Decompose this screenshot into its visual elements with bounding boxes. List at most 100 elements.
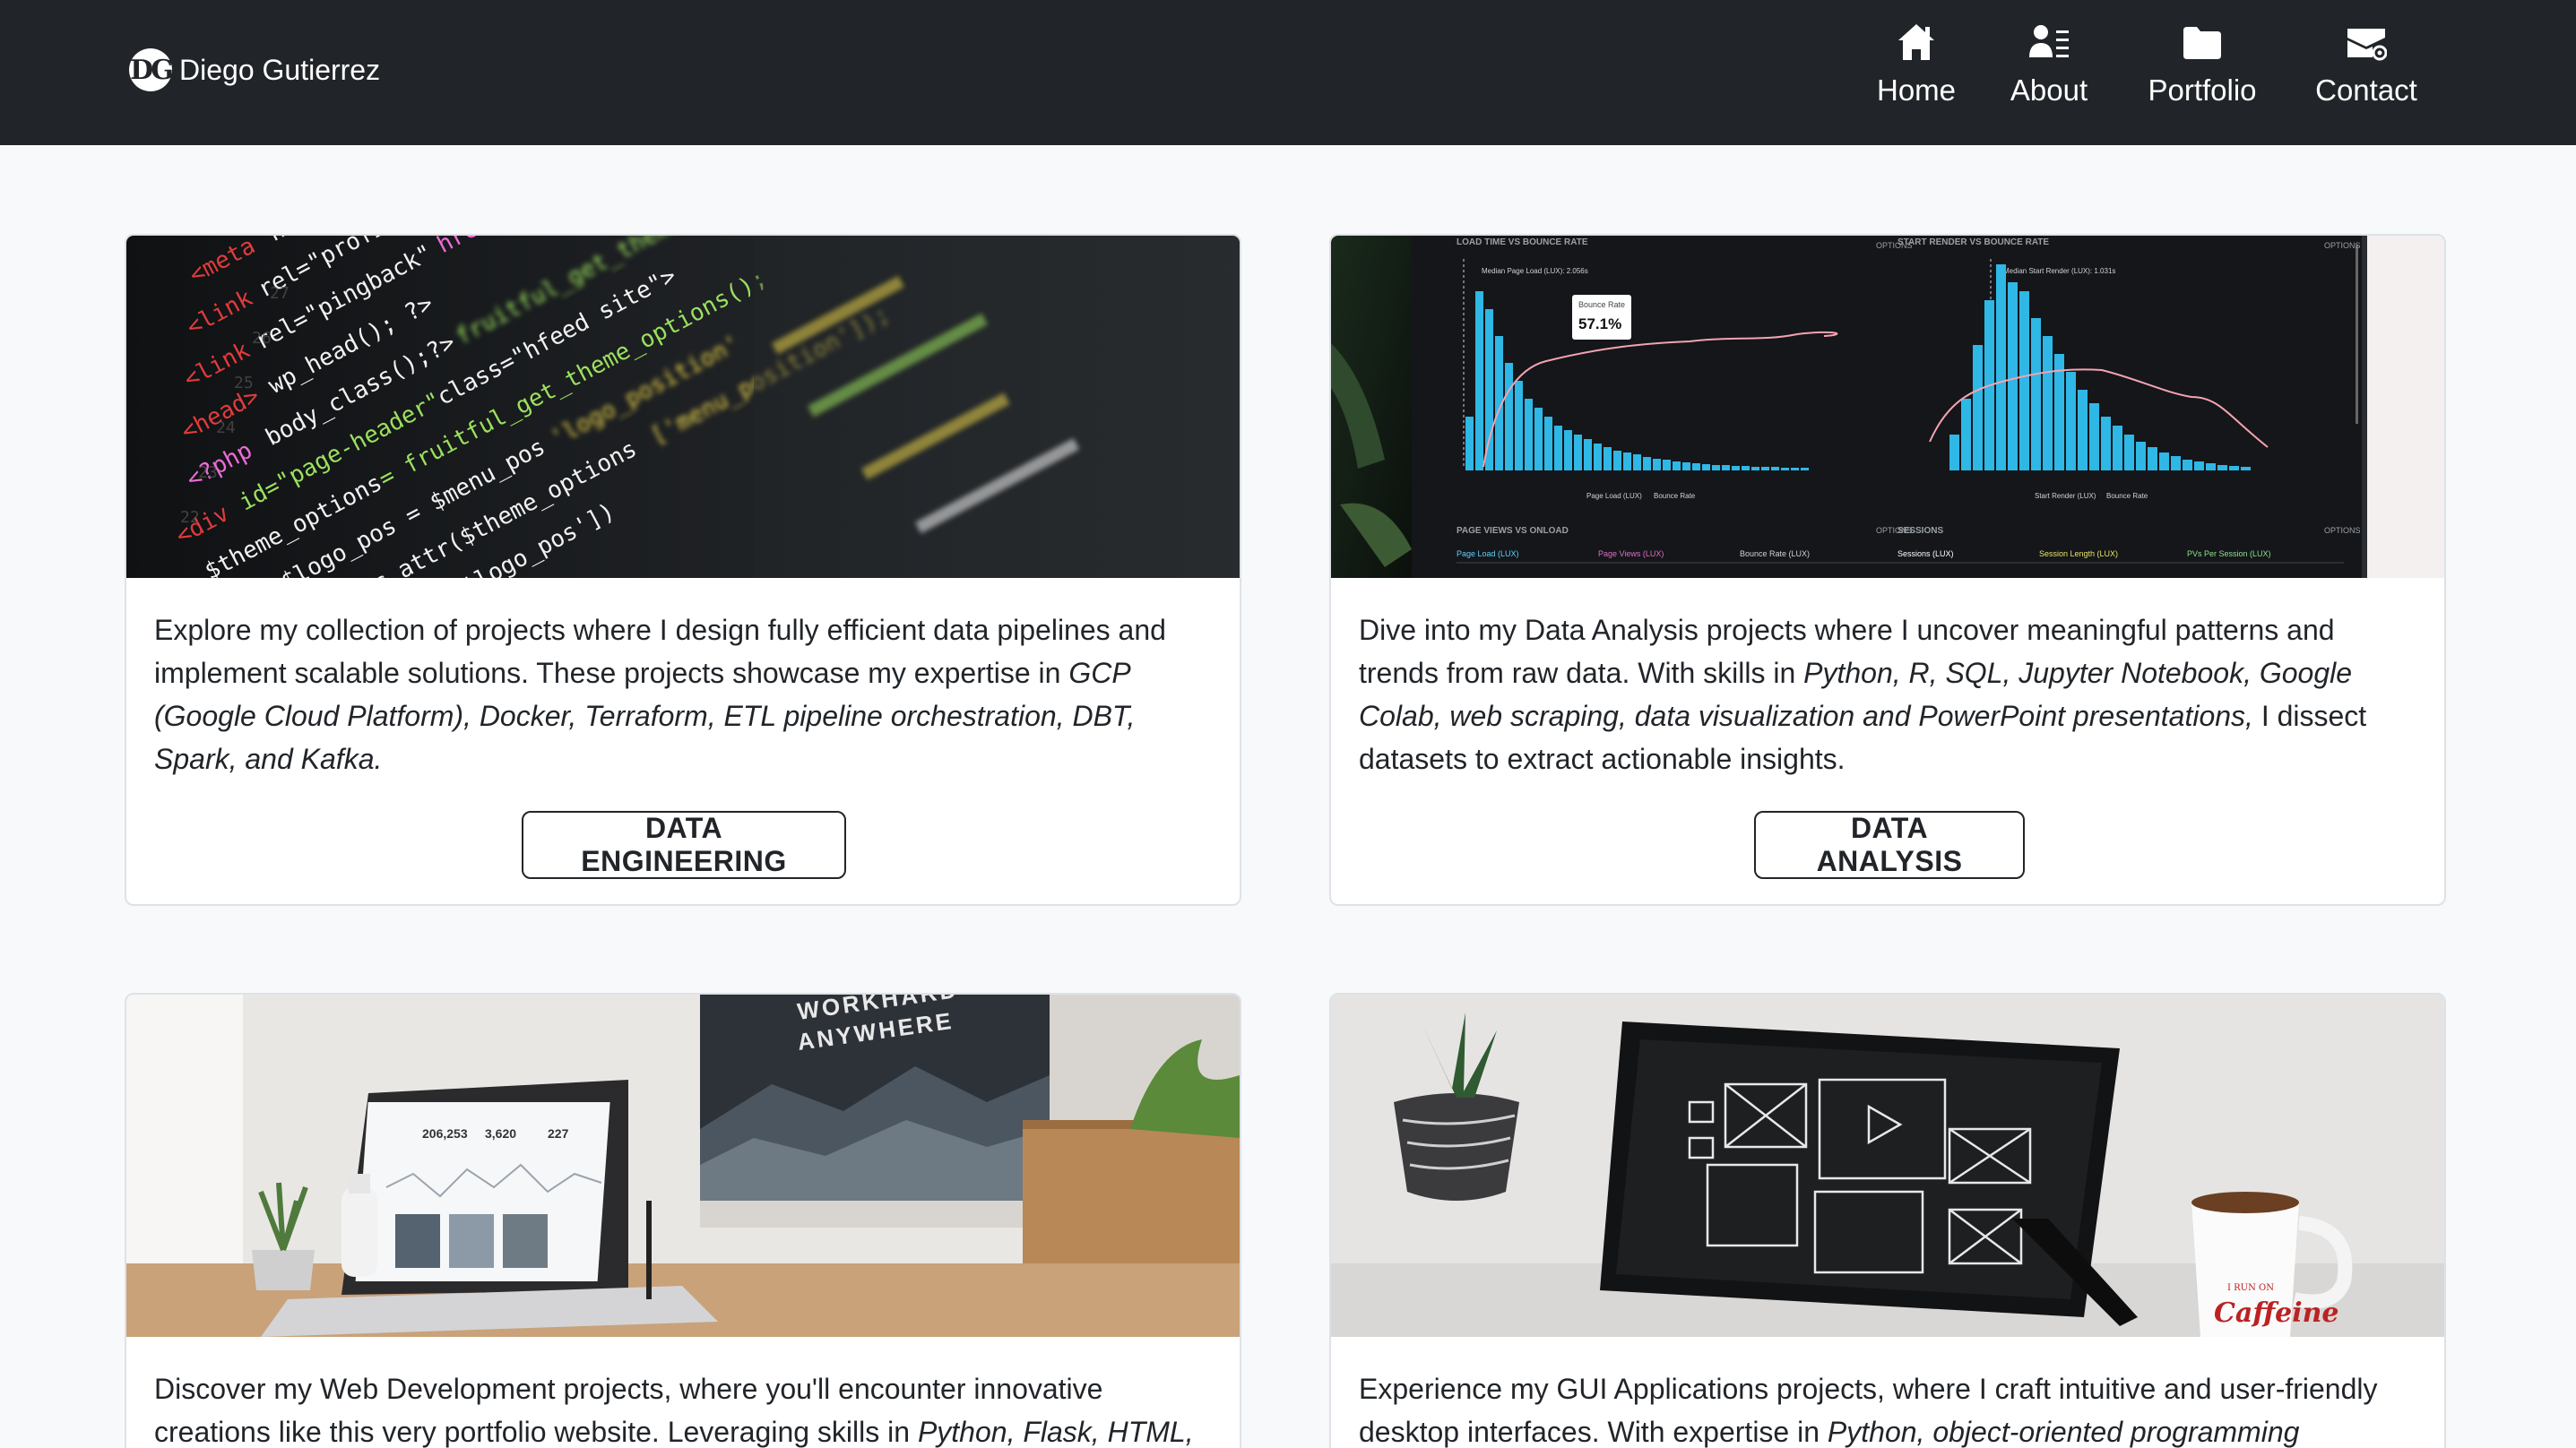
- histogram-bar: [1771, 467, 1779, 470]
- svg-text:22: 22: [180, 508, 200, 527]
- histogram-bar: [1554, 426, 1562, 470]
- histogram-bar: [1751, 467, 1759, 470]
- data-analysis-button[interactable]: DATA ANALYSIS: [1754, 811, 2025, 879]
- histogram-bar: [1643, 457, 1651, 470]
- histogram-bar: [1515, 381, 1523, 470]
- histogram-bar: [2019, 291, 2029, 470]
- svg-text:Caffeine: Caffeine: [2214, 1297, 2339, 1329]
- nav-about[interactable]: About: [2008, 22, 2090, 122]
- svg-text:27: 27: [270, 284, 290, 303]
- svg-text:I RUN ON: I RUN ON: [2227, 1283, 2274, 1293]
- svg-text:LOAD TIME VS BOUNCE RATE: LOAD TIME VS BOUNCE RATE: [1457, 237, 1588, 247]
- code-editor-photo: <divid="page-header" class="hfeed site">…: [126, 236, 1240, 578]
- svg-text:Sessions (LUX): Sessions (LUX): [1897, 549, 1954, 558]
- svg-text:Start Render (LUX): Start Render (LUX): [2035, 492, 2096, 500]
- envelope-at-icon: [2347, 29, 2387, 61]
- card-description: Experience my GUI Applications projects,…: [1359, 1373, 2378, 1448]
- histogram-bar: [1949, 435, 1959, 470]
- histogram-bar: [2113, 426, 2122, 470]
- histogram-bar: [2206, 463, 2216, 470]
- histogram-bar: [1732, 466, 1740, 470]
- histogram-bar: [2229, 466, 2239, 470]
- svg-text:Bounce Rate: Bounce Rate: [1654, 492, 1696, 500]
- histogram-bar: [2136, 442, 2146, 470]
- svg-text:Bounce Rate: Bounce Rate: [1578, 300, 1625, 309]
- histogram-bar: [2101, 417, 2111, 470]
- svg-text:START RENDER VS BOUNCE RATE: START RENDER VS BOUNCE RATE: [1897, 237, 2049, 247]
- nav-label: Home: [1876, 73, 1957, 107]
- card-description: Discover my Web Development projects, wh…: [154, 1373, 1194, 1448]
- histogram-bar: [1781, 468, 1789, 470]
- nav-portfolio[interactable]: Portfolio: [2142, 22, 2262, 122]
- svg-text:OPTIONS: OPTIONS: [2324, 526, 2361, 535]
- histogram-bar: [1544, 417, 1552, 470]
- histogram-bar: [2031, 318, 2041, 470]
- histogram-bar: [2183, 460, 2192, 470]
- svg-text:3,620: 3,620: [485, 1126, 516, 1141]
- project-card-data-engineering: <div id="page-header" class="hfeed site">…: [125, 234, 1241, 906]
- histogram-bar: [1604, 447, 1612, 470]
- card-description: Explore my collection of projects where …: [154, 614, 1166, 775]
- histogram-bar: [1996, 264, 2006, 470]
- histogram-bar: [1712, 465, 1720, 470]
- card-image: LOAD TIME VS BOUNCE RATE OPTIONS START R…: [1331, 236, 2444, 578]
- histogram-bar: [1653, 459, 1661, 470]
- histogram-bar: [1801, 468, 1809, 470]
- navbar: DG Diego Gutierrez Home About Portfolio: [0, 0, 2576, 145]
- project-card-web-development: WORKHARD ANYWHERE 206,253 3,620 227 Disc…: [125, 993, 1241, 1448]
- histogram-bar: [1761, 467, 1769, 470]
- histogram-bar: [1525, 399, 1533, 470]
- histogram-bar: [1594, 444, 1602, 470]
- histogram-bar: [2148, 447, 2157, 470]
- histogram-bar: [1485, 309, 1493, 470]
- nav-label: Portfolio: [2148, 73, 2257, 107]
- svg-text:206,253: 206,253: [422, 1126, 468, 1141]
- card-image: <div id="page-header" class="hfeed site">…: [126, 236, 1240, 578]
- svg-text:Median Start Render (LUX): 1.0: Median Start Render (LUX): 1.031s: [2003, 267, 2115, 275]
- histogram-bar: [1663, 460, 1671, 470]
- nav-label: About: [2010, 73, 2088, 107]
- svg-text:23: 23: [198, 463, 218, 482]
- nav-contact[interactable]: Contact: [2312, 22, 2420, 122]
- brand-logo: DG: [129, 48, 174, 91]
- histogram-bar: [2089, 403, 2099, 470]
- histogram-bar: [2194, 461, 2204, 470]
- histogram-bar: [1722, 465, 1730, 470]
- project-card-gui-applications: I RUN ON Caffeine Experience my GUI Appl…: [1329, 993, 2446, 1448]
- histogram-bar: [1475, 291, 1483, 470]
- histogram-bar: [1742, 466, 1750, 470]
- histogram-bar: [2008, 282, 2018, 470]
- histogram-bar: [1584, 439, 1592, 470]
- histogram-bar: [2171, 456, 2181, 470]
- histogram-bar: [2043, 336, 2053, 470]
- svg-text:Page Load (LUX): Page Load (LUX): [1457, 549, 1519, 558]
- svg-text:Session Length (LUX): Session Length (LUX): [2039, 549, 2118, 558]
- histogram-bar: [2066, 372, 2076, 470]
- histogram-bar: [1623, 452, 1631, 470]
- histogram-bar: [1702, 464, 1710, 470]
- svg-text:227: 227: [548, 1126, 569, 1141]
- svg-text:Median Page Load (LUX): 2.056s: Median Page Load (LUX): 2.056s: [1482, 267, 1588, 275]
- data-engineering-button[interactable]: DATA ENGINEERING: [522, 811, 846, 879]
- svg-text:24: 24: [216, 418, 236, 437]
- histogram-bar: [2217, 465, 2227, 470]
- tablet-wireframe-photo: I RUN ON Caffeine: [1331, 995, 2444, 1337]
- card-image: I RUN ON Caffeine: [1331, 995, 2444, 1337]
- nav-home[interactable]: Home: [1875, 22, 1958, 122]
- analytics-dashboard-photo: LOAD TIME VS BOUNCE RATE OPTIONS START R…: [1331, 236, 2444, 578]
- svg-text:Bounce Rate (LUX): Bounce Rate (LUX): [1740, 549, 1810, 558]
- histogram-bar: [2241, 467, 2251, 470]
- svg-text:26: 26: [252, 329, 272, 348]
- project-card-data-analysis: LOAD TIME VS BOUNCE RATE OPTIONS START R…: [1329, 234, 2446, 906]
- brand-link[interactable]: DG Diego Gutierrez: [129, 47, 380, 93]
- person-lines-icon: [2029, 25, 2069, 57]
- histogram-bar: [1961, 399, 1971, 470]
- nav-label: Contact: [2315, 73, 2417, 107]
- histogram-bar: [1682, 462, 1690, 470]
- card-description: Dive into my Data Analysis projects wher…: [1359, 614, 2367, 775]
- svg-text:PVs Per Session (LUX): PVs Per Session (LUX): [2187, 549, 2271, 558]
- card-image: WORKHARD ANYWHERE 206,253 3,620 227: [126, 995, 1240, 1337]
- histogram-bar: [2078, 390, 2088, 470]
- histogram-bar: [1673, 461, 1681, 470]
- histogram-bar: [1633, 454, 1641, 470]
